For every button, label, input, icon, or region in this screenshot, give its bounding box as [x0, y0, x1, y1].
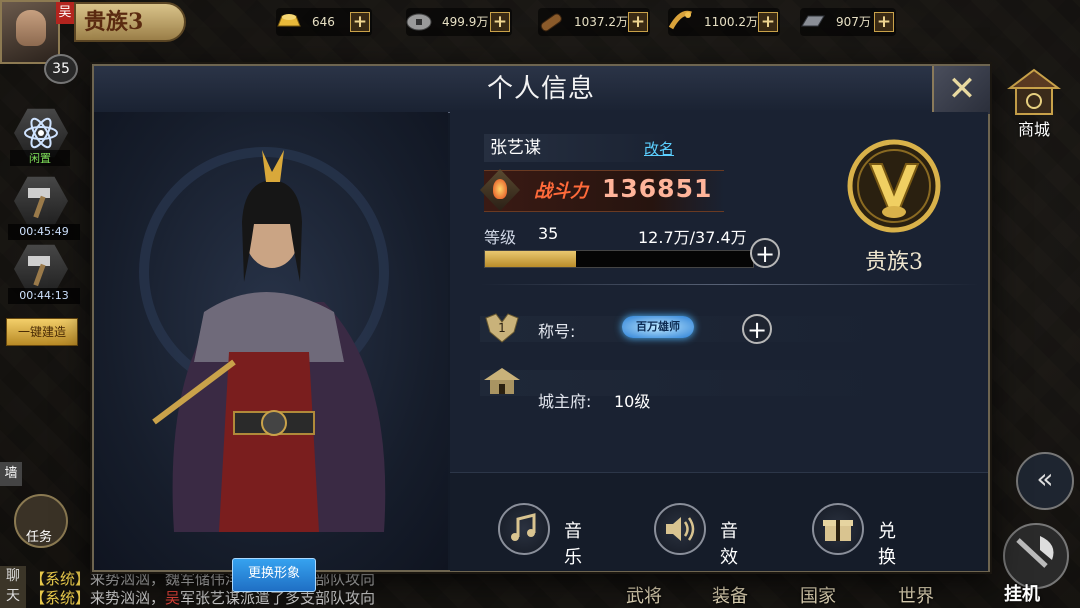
exp-bar-fill [485, 251, 577, 267]
svg-text:1: 1 [498, 321, 506, 335]
auto-battle-button[interactable]: 挂机 [996, 520, 1076, 608]
shop-label: 商城 [1017, 120, 1050, 139]
player-level-badge: 35 [44, 54, 78, 84]
tab-nation[interactable]: 国家 [800, 582, 836, 608]
close-button[interactable]: ✕ [932, 66, 990, 114]
add-title-button[interactable]: + [742, 314, 772, 344]
auto-battle-label: 挂机 [1004, 584, 1040, 605]
resource-value: 646 [312, 15, 335, 29]
build-queue-2[interactable]: 00:44:13 [4, 240, 80, 310]
resource-value: 1037.2万 [574, 15, 628, 29]
player-avatar[interactable] [0, 0, 60, 64]
redeem-label: 兑换 [878, 521, 896, 568]
resource-value: 499.9万 [442, 15, 489, 29]
power-label: 战斗力 [534, 181, 588, 202]
music-label: 音乐 [564, 521, 582, 568]
character-portrait: 更换形象 [94, 112, 448, 592]
noble-rank-label: 贵族3 [865, 250, 923, 275]
title-medal-icon: 1 [485, 313, 519, 343]
gold-ingot-icon [277, 14, 301, 27]
build-timer-2: 00:44:13 [8, 288, 80, 304]
city-label: 城主府: [538, 392, 592, 411]
resource-iron: 907万 + [800, 8, 896, 36]
wall-tag[interactable]: 墙 [0, 462, 22, 486]
shop-icon [1007, 68, 1061, 115]
music-note-icon [498, 503, 550, 555]
add-exp-button[interactable]: + [750, 238, 780, 268]
tab-world[interactable]: 世界 [898, 582, 934, 608]
exp-text: 12.7万/37.4万 [638, 228, 747, 247]
add-iron-button[interactable]: + [874, 12, 894, 32]
section-divider [480, 284, 980, 285]
gift-box-icon [812, 503, 864, 555]
add-grain-button[interactable]: + [758, 12, 778, 32]
build-timer-1: 00:45:49 [8, 224, 80, 240]
build-all-button[interactable]: 一键建造 [6, 318, 78, 346]
build-queue-1[interactable]: 00:45:49 [4, 172, 80, 242]
avatar-face [16, 10, 46, 46]
flame-icon [480, 169, 520, 211]
dialog-header: 个人信息 ✕ [94, 66, 990, 114]
faction-name: 吴 [165, 589, 181, 607]
task-button[interactable]: 任务 [14, 494, 68, 548]
idle-status: 闲置 [10, 150, 70, 166]
grain-icon [668, 10, 692, 30]
wood-log-icon [540, 13, 562, 32]
city-value: 10级 [614, 392, 651, 411]
dialog-title: 个人信息 [486, 74, 595, 104]
resource-copper: 499.9万 + [406, 8, 512, 36]
title-badge[interactable]: 百万雄师 [622, 316, 694, 338]
hammer-icon [14, 176, 68, 226]
resource-wood: 1037.2万 + [538, 8, 650, 36]
city-hall-icon [484, 368, 520, 394]
faction-tag: 吴 [56, 2, 74, 24]
collapse-menu-button[interactable]: « [1016, 452, 1074, 510]
title-label: 称号: [538, 322, 576, 341]
combat-power: 战斗力 136851 [480, 169, 724, 212]
copper-coin-icon [406, 13, 432, 31]
system-tag: 【系统】 [30, 589, 91, 607]
iron-bar-icon [801, 15, 825, 27]
settings-panel: 音乐 音效 兑换 [450, 472, 988, 571]
tab-equipment[interactable]: 装备 [712, 582, 748, 608]
resource-grain: 1100.2万 + [668, 8, 780, 36]
resource-value: 1100.2万 [704, 15, 758, 29]
chat-line[interactable]: 【系统】来势汹汹，吴军张艺谋派遣了多支部队攻向 [30, 587, 375, 608]
add-wood-button[interactable]: + [628, 12, 648, 32]
noble-rank-button[interactable]: 贵族3 [74, 2, 186, 42]
shop-button[interactable]: 商城 [1004, 64, 1064, 140]
rename-link[interactable]: 改名 [644, 138, 674, 159]
info-panel: 张艺谋 改名 战斗力 136851 等级 35 12.7万/37.4万 + 贵族… [450, 112, 988, 571]
resource-value: 907万 [836, 15, 871, 29]
level-value: 35 [538, 224, 559, 243]
change-appearance-button[interactable]: 更换形象 [232, 558, 316, 592]
warrior-figure-icon [139, 147, 389, 532]
resource-gold: 646 + [276, 8, 372, 36]
system-tag: 【系统】 [30, 570, 91, 588]
speaker-icon [654, 503, 706, 555]
tab-generals[interactable]: 武将 [626, 582, 662, 608]
power-value: 136851 [602, 174, 713, 203]
chat-tab[interactable]: 聊天 [0, 566, 26, 608]
exp-bar [484, 250, 754, 268]
add-gold-button[interactable]: + [350, 12, 370, 32]
add-copper-button[interactable]: + [490, 12, 510, 32]
chat-text: 来势汹汹， [90, 589, 166, 607]
sound-effects-label: 音效 [720, 521, 738, 568]
top-bar: 吴 35 贵族3 646 + 499.9万 + 1037.2万 + 1100.2… [0, 0, 1080, 84]
noble-emblem-icon [847, 139, 941, 233]
level-label: 等级 [484, 228, 517, 247]
profile-dialog: 个人信息 ✕ 更换形象 张艺谋 改名 战斗力 136851 等级 35 12.7… [92, 64, 990, 592]
task-label: 任务 [26, 530, 53, 545]
